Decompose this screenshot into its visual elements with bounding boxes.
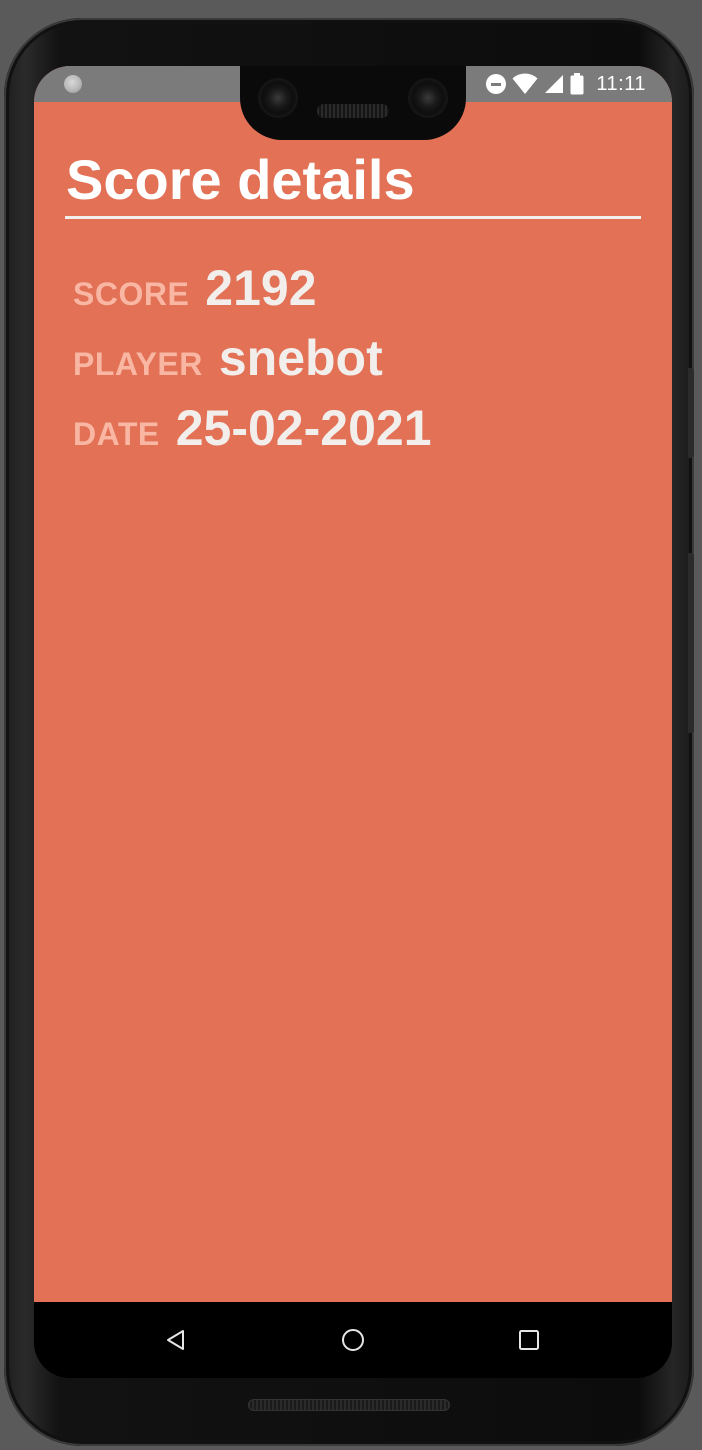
do-not-disturb-icon — [486, 74, 507, 94]
navigation-bar — [34, 1302, 672, 1378]
front-camera-icon — [260, 80, 296, 116]
page-title: Score details — [66, 148, 415, 211]
score-label: SCORE — [73, 276, 190, 312]
phone-frame: 11:11 Score details SCORE 2192 PLAYER sn… — [4, 18, 694, 1446]
recents-button[interactable] — [511, 1324, 547, 1356]
score-value: 2192 — [205, 260, 317, 316]
battery-icon — [570, 73, 584, 95]
power-button — [688, 553, 694, 733]
date-label: DATE — [73, 416, 160, 452]
volume-button — [688, 368, 694, 458]
earpiece-speaker — [317, 104, 389, 118]
title-divider — [65, 216, 641, 219]
date-row: DATE 25-02-2021 — [73, 398, 432, 458]
bottom-speaker-grille — [248, 1399, 450, 1411]
back-button[interactable] — [158, 1324, 194, 1356]
date-value: 25-02-2021 — [175, 400, 432, 456]
player-label: PLAYER — [73, 346, 203, 382]
camera-notch — [240, 66, 466, 140]
home-icon — [342, 1329, 364, 1351]
score-row: SCORE 2192 — [73, 258, 317, 318]
home-button[interactable] — [335, 1324, 371, 1356]
wifi-icon — [512, 73, 538, 94]
cellular-signal-icon — [545, 75, 564, 93]
screen: 11:11 Score details SCORE 2192 PLAYER sn… — [34, 66, 672, 1378]
player-value: snebot — [218, 330, 383, 386]
recents-icon — [519, 1330, 539, 1350]
back-icon — [167, 1330, 184, 1350]
score-details-screen: 11:11 Score details SCORE 2192 PLAYER sn… — [34, 66, 672, 1302]
status-icons: 11:11 — [486, 72, 646, 96]
player-row: PLAYER snebot — [73, 328, 383, 388]
front-camera-icon — [410, 80, 446, 116]
notification-dot-icon — [64, 75, 82, 93]
status-time: 11:11 — [596, 72, 646, 95]
